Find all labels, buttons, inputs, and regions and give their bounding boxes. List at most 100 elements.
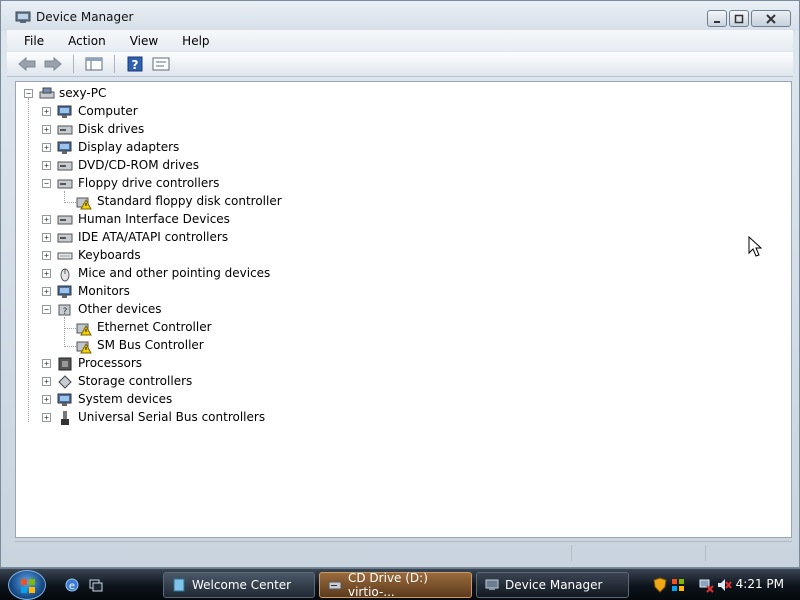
hid-icon — [57, 215, 73, 225]
security-shield-icon[interactable] — [652, 577, 668, 593]
menu-view[interactable]: View — [114, 34, 166, 48]
task-label: Device Manager — [505, 578, 603, 592]
back-arrow-icon — [18, 57, 36, 71]
expand-toggle[interactable]: + — [42, 269, 51, 278]
properties-button[interactable] — [151, 55, 171, 73]
title-bar[interactable]: Device Manager — [1, 1, 799, 31]
show-hide-tree-icon — [85, 57, 103, 71]
system-tray: 4:21 PM — [650, 569, 800, 600]
tree-connector — [64, 317, 65, 347]
tree-category-label[interactable]: Disk drives — [78, 122, 144, 136]
tree-device-label[interactable]: Standard floppy disk controller — [97, 194, 282, 208]
maximize-button[interactable] — [729, 10, 749, 27]
expand-toggle[interactable]: + — [42, 107, 51, 116]
tree-category-label[interactable]: System devices — [78, 392, 172, 406]
toolbar-separator — [114, 55, 115, 73]
menu-file[interactable]: File — [7, 34, 52, 48]
toolbar-separator — [73, 55, 74, 73]
expand-toggle[interactable]: + — [42, 377, 51, 386]
device-manager-window: Device Manager File Action View Help ? −… — [0, 0, 800, 568]
taskbar: e Welcome Center CD Drive (D:) virtio-..… — [0, 568, 800, 600]
expand-toggle[interactable]: + — [42, 233, 51, 242]
tree-category-label[interactable]: Keyboards — [78, 248, 141, 262]
window-title: Device Manager — [36, 10, 134, 24]
clock[interactable]: 4:21 PM — [736, 577, 784, 591]
tree-category-label[interactable]: Universal Serial Bus controllers — [78, 410, 265, 424]
tree-root-label[interactable]: sexy-PC — [59, 86, 106, 100]
show-desktop-icon[interactable]: e — [64, 577, 80, 593]
expand-toggle[interactable]: + — [42, 359, 51, 368]
device-manager-icon — [485, 579, 499, 590]
minimize-button[interactable] — [707, 10, 727, 27]
task-label: CD Drive (D:) virtio-... — [348, 571, 428, 599]
maximize-icon — [734, 14, 744, 23]
help-button[interactable]: ? — [125, 55, 145, 73]
close-icon — [766, 13, 776, 24]
tree-category-label[interactable]: Computer — [78, 104, 138, 118]
toolbar: ? — [7, 52, 793, 77]
expand-toggle[interactable]: + — [42, 413, 51, 422]
device-manager-icon — [15, 11, 31, 23]
back-button[interactable] — [17, 55, 37, 73]
minimize-icon — [714, 20, 720, 23]
task-label: Welcome Center — [192, 578, 292, 592]
task-device-manager[interactable]: Device Manager — [476, 572, 629, 598]
usb-icon — [61, 411, 69, 425]
close-button[interactable] — [751, 10, 791, 27]
forward-arrow-icon — [44, 57, 62, 71]
status-divider — [705, 545, 706, 561]
tree-category-label[interactable]: Storage controllers — [78, 374, 192, 388]
tree-category-label[interactable]: Mice and other pointing devices — [78, 266, 270, 280]
tree-device-label[interactable]: SM Bus Controller — [97, 338, 204, 352]
menu-bar: File Action View Help — [7, 30, 793, 51]
status-bar — [15, 541, 792, 563]
task-cd-drive[interactable]: CD Drive (D:) virtio-... — [319, 571, 472, 599]
display-adapter-icon — [57, 141, 72, 154]
network-disconnected-icon[interactable] — [698, 577, 714, 593]
collapse-toggle[interactable]: − — [42, 305, 51, 314]
help-icon: ? — [127, 56, 143, 72]
start-button[interactable] — [8, 570, 46, 600]
system-device-icon — [57, 393, 72, 406]
tree-category-label[interactable]: Display adapters — [78, 140, 179, 154]
welcome-center-icon — [173, 578, 185, 592]
tree-device-label[interactable]: Ethernet Controller — [97, 320, 212, 334]
windows-security-icon[interactable] — [670, 577, 686, 593]
collapse-toggle[interactable]: − — [24, 89, 33, 98]
tree-category-label[interactable]: Monitors — [78, 284, 130, 298]
keyboard-icon — [57, 252, 73, 260]
expand-toggle[interactable]: + — [42, 161, 51, 170]
windows-logo-icon — [21, 579, 35, 593]
tree-category-label[interactable]: DVD/CD-ROM drives — [78, 158, 199, 172]
computer-icon — [57, 105, 72, 118]
tree-category-label[interactable]: Human Interface Devices — [78, 212, 230, 226]
expand-toggle[interactable]: + — [42, 287, 51, 296]
tree-connector — [64, 202, 76, 203]
switch-windows-icon[interactable] — [88, 577, 104, 593]
expand-toggle[interactable]: + — [42, 143, 51, 152]
expand-toggle[interactable]: + — [42, 215, 51, 224]
ide-controller-icon — [57, 233, 73, 243]
expand-toggle[interactable]: + — [42, 251, 51, 260]
collapse-toggle[interactable]: − — [42, 179, 51, 188]
tree-category-label[interactable]: Floppy drive controllers — [78, 176, 219, 190]
menu-help[interactable]: Help — [166, 34, 217, 48]
forward-button[interactable] — [43, 55, 63, 73]
storage-controller-icon — [58, 375, 72, 389]
expand-toggle[interactable]: + — [42, 125, 51, 134]
menu-action[interactable]: Action — [52, 34, 114, 48]
tree-category-label[interactable]: Processors — [78, 356, 142, 370]
tree-category-label[interactable]: IDE ATA/ATAPI controllers — [78, 230, 228, 244]
tree-category-label[interactable]: Other devices — [78, 302, 162, 316]
svg-text:e: e — [69, 581, 75, 592]
volume-muted-icon[interactable] — [716, 577, 732, 593]
status-divider — [571, 545, 572, 561]
mouse-icon — [60, 268, 70, 282]
expand-toggle[interactable]: + — [42, 395, 51, 404]
disk-drive-icon — [57, 125, 73, 135]
show-hide-tree-button[interactable] — [84, 55, 104, 73]
root-computer-icon — [39, 87, 55, 99]
task-welcome-center[interactable]: Welcome Center — [163, 572, 315, 598]
cd-drive-icon — [328, 581, 342, 590]
warning-device-icon — [76, 341, 92, 354]
